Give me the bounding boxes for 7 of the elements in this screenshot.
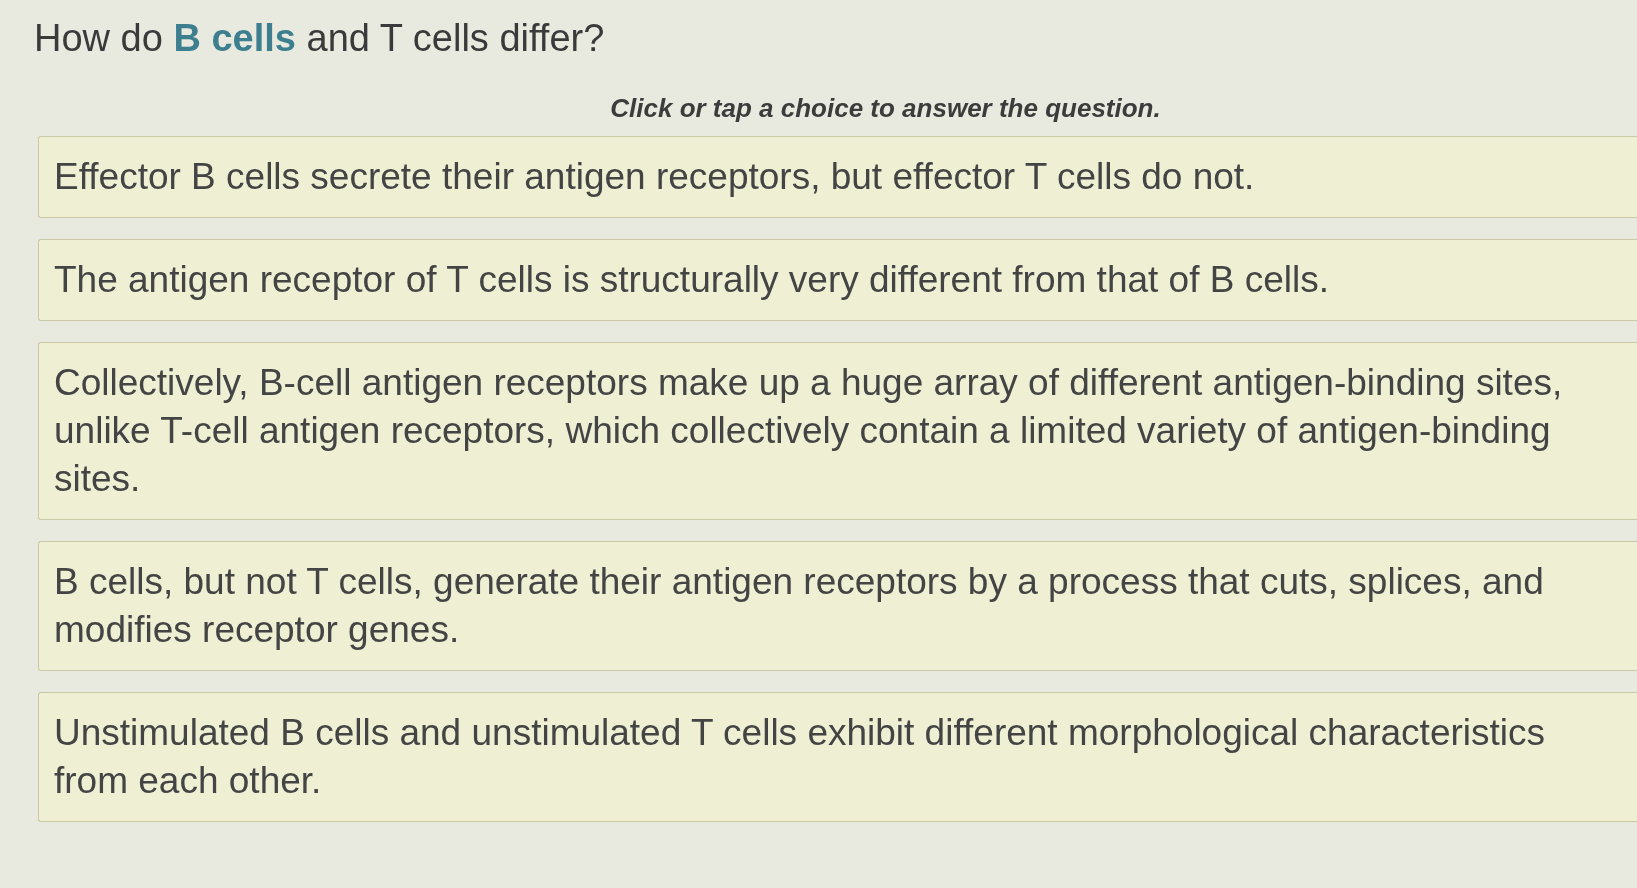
instruction-text: Click or tap a choice to answer the question. [610, 92, 1161, 125]
answer-choice[interactable]: B cells, but not T cells, generate their antigen receptors by a process that cuts, splices, and modifies receptor genes. [38, 541, 1637, 671]
answer-choice[interactable]: Collectively, B-cell antigen receptors make up a huge array of different antigen-binding sites, unlike T-cell antigen receptors, which collectively contain a limited variety of antigen-binding sites. [38, 342, 1637, 520]
answer-choice[interactable]: The antigen receptor of T cells is structurally very different from that of B cells. [38, 239, 1637, 321]
answer-choice[interactable]: Effector B cells secrete their antigen receptors, but effector T cells do not. [38, 136, 1637, 218]
answer-choice[interactable]: Unstimulated B cells and unstimulated T cells exhibit different morphological characteristics from each other. [38, 692, 1637, 822]
question-title: How do B cells and T cells differ? [34, 16, 606, 61]
